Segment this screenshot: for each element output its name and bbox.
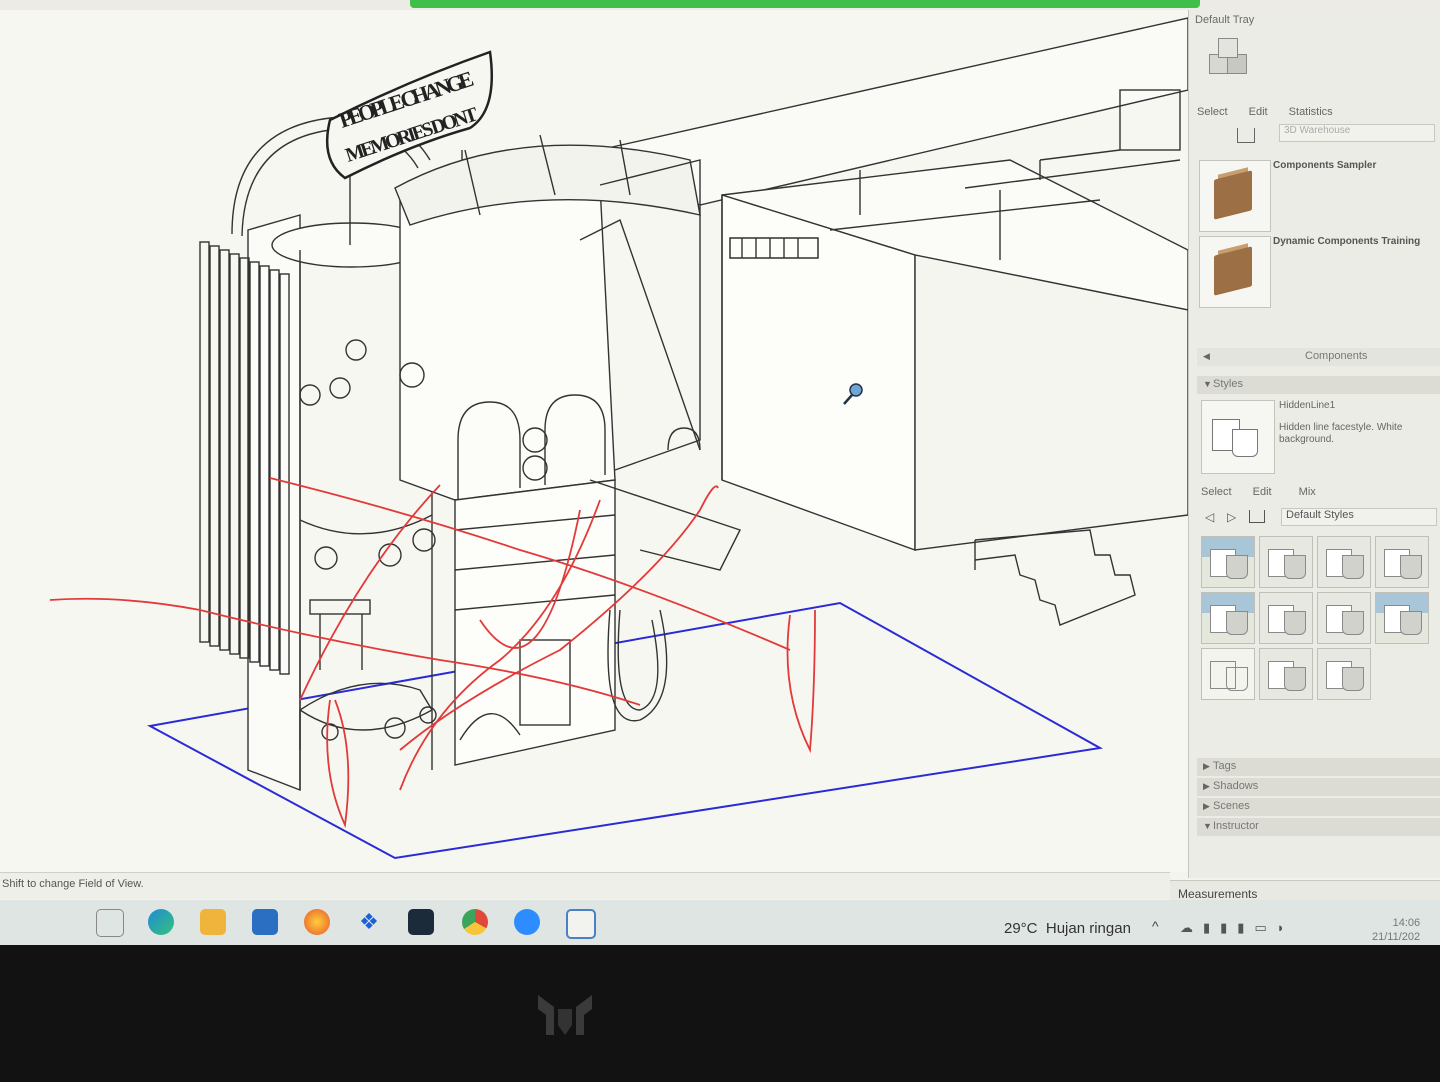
style-swatch[interactable] [1375, 536, 1429, 588]
kiosk-left-wall [247, 214, 301, 792]
model-viewport[interactable]: PEOPLE CHANGE MEMORIES DONT [0, 10, 1188, 872]
collapsed-triangle-icon: ▶ [1203, 761, 1210, 771]
tray-overflow-icon[interactable]: ^ [1152, 918, 1159, 934]
styles-tab-mix[interactable]: Mix [1299, 486, 1316, 498]
weather-text: Hujan ringan [1045, 920, 1131, 937]
collapsed-triangle-icon: ▶ [1203, 801, 1210, 811]
folder-icon [1214, 246, 1252, 296]
expand-triangle-icon: ▼ [1203, 821, 1212, 831]
system-tray-icons[interactable]: ☁▮▮▮▭◗ [1180, 920, 1295, 936]
style-description: Hidden line facestyle. White background. [1279, 422, 1403, 445]
measurements-label: Measurements [1178, 887, 1258, 901]
predator-logo-icon [538, 995, 592, 1035]
app-dark-icon[interactable] [408, 909, 434, 935]
arch-window-right [544, 394, 606, 485]
file-explorer-icon[interactable] [200, 909, 226, 935]
style-swatch[interactable] [1317, 536, 1371, 588]
top-strip [0, 0, 1440, 10]
tab-edit[interactable]: Edit [1249, 106, 1268, 118]
default-tray: Default Tray Select Edit Statistics 3D W… [1188, 10, 1440, 878]
home-icon[interactable] [1237, 128, 1255, 143]
nav-back-icon[interactable]: ◁ [1205, 510, 1214, 524]
clock-date: 21/11/202 [1372, 931, 1421, 943]
component-label-sampler[interactable]: Components Sampler [1273, 160, 1376, 171]
dropbox-icon[interactable]: ❖ [356, 909, 382, 935]
chrome-icon[interactable] [462, 909, 488, 935]
components-panel-bar[interactable]: ◀ Components [1197, 348, 1440, 366]
sketchup-icon[interactable] [566, 909, 596, 939]
styles-home-icon[interactable] [1249, 510, 1265, 523]
clock-time: 14:06 [1392, 917, 1421, 929]
weather-temp: 29°C [1004, 920, 1038, 937]
folder-icon [1214, 170, 1252, 220]
edge-icon[interactable] [148, 909, 174, 935]
styles-header-label: Styles [1213, 378, 1243, 390]
components-tabs: Select Edit Statistics [1197, 106, 1351, 118]
scenes-panel[interactable]: ▶ Scenes [1197, 798, 1440, 816]
style-swatch[interactable] [1201, 592, 1255, 644]
shadows-panel[interactable]: ▶ Shadows [1197, 778, 1440, 796]
style-name: HiddenLine1 [1279, 400, 1336, 411]
nav-forward-icon[interactable]: ▷ [1227, 510, 1236, 524]
style-swatch[interactable] [1375, 592, 1429, 644]
style-swatch[interactable] [1317, 648, 1371, 700]
styles-tab-select[interactable]: Select [1201, 486, 1232, 498]
task-view-icon[interactable] [96, 909, 124, 937]
model-drawing: PEOPLE CHANGE MEMORIES DONT [49, 17, 1188, 860]
monitor-screen: PEOPLE CHANGE MEMORIES DONT Shift to cha… [0, 0, 1440, 945]
dynamic-components-thumb[interactable] [1199, 236, 1271, 308]
zoom-app-icon[interactable] [514, 909, 540, 935]
tab-statistics[interactable]: Statistics [1289, 106, 1333, 118]
warehouse-cubes-icon [1205, 38, 1249, 82]
style-swatch[interactable] [1259, 648, 1313, 700]
stairs [974, 529, 1136, 626]
expand-triangle-icon: ▼ [1203, 379, 1212, 389]
status-bar: Shift to change Field of View. [0, 872, 1170, 899]
styles-panel-header[interactable]: ▼ Styles [1197, 376, 1440, 394]
mail-icon[interactable] [252, 909, 278, 935]
style-collection-select[interactable]: Default Styles [1281, 508, 1437, 526]
search-input[interactable]: 3D Warehouse [1279, 124, 1435, 142]
component-label-dynamic[interactable]: Dynamic Components Training [1273, 236, 1420, 247]
components-sampler-thumb[interactable] [1199, 160, 1271, 232]
components-panel-label: Components [1305, 350, 1368, 362]
tags-panel[interactable]: ▶ Tags [1197, 758, 1440, 776]
style-swatch[interactable] [1317, 592, 1371, 644]
weather-widget[interactable]: 29°C Hujan ringan [1004, 920, 1131, 937]
current-style-thumb [1201, 400, 1275, 474]
back-arrow-icon: ◀ [1203, 351, 1210, 361]
windows-taskbar: ❖ 29°C Hujan ringan ^ ☁▮▮▮▭◗ 14:06 21/11… [0, 900, 1440, 945]
tab-select[interactable]: Select [1197, 106, 1228, 118]
style-swatch[interactable] [1201, 648, 1255, 700]
style-swatch[interactable] [1259, 536, 1313, 588]
collapsed-triangle-icon: ▶ [1203, 781, 1210, 791]
system-clock[interactable]: 14:06 21/11/202 [1372, 916, 1420, 944]
styles-tab-edit[interactable]: Edit [1253, 486, 1272, 498]
status-hint: Shift to change Field of View. [2, 878, 144, 890]
instructor-panel[interactable]: ▼ Instructor [1197, 818, 1440, 836]
style-swatch[interactable] [1259, 592, 1313, 644]
styles-tabs: Select Edit Mix [1201, 486, 1334, 498]
style-swatch[interactable] [1201, 536, 1255, 588]
tray-title: Default Tray [1195, 14, 1255, 26]
progress-strip [410, 0, 1200, 8]
firefox-icon[interactable] [304, 909, 330, 935]
monitor-bezel [0, 945, 1440, 1082]
arch-window-left [457, 401, 521, 500]
lantern [314, 546, 338, 570]
